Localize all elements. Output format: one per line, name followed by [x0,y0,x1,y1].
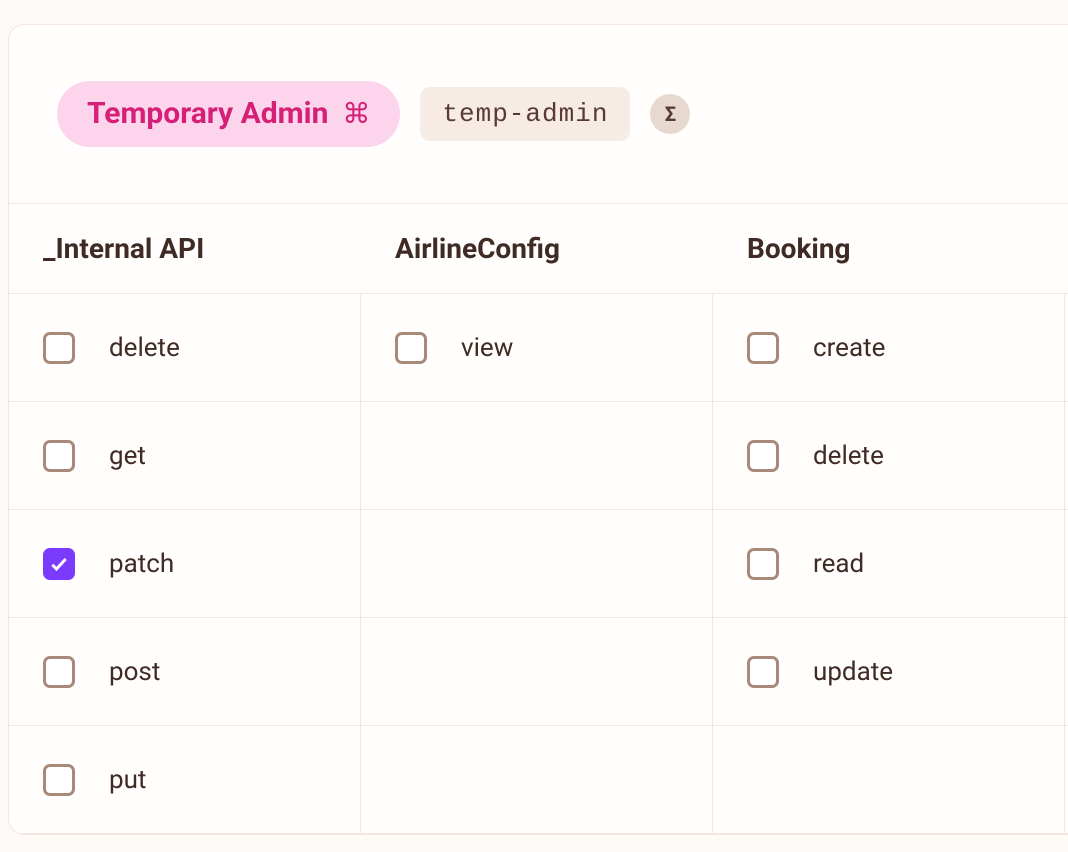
grid-cell [361,726,713,834]
role-slug: temp-admin [442,99,608,129]
sigma-badge[interactable]: Σ [650,94,690,134]
grid-cell: delete [9,294,361,402]
permission-checkbox[interactable] [43,764,75,796]
grid-cell [361,510,713,618]
column-header: AirlineConfig [361,204,713,293]
permission-checkbox[interactable] [747,332,779,364]
sigma-icon: Σ [665,102,676,126]
permission-checkbox[interactable] [43,440,75,472]
panel-header: Temporary Admin ⌘ temp-admin Σ [9,25,1068,203]
permission-label: patch [109,549,174,579]
role-slug-chip: temp-admin [420,87,630,141]
grid-cell [361,618,713,726]
permissions-panel: Temporary Admin ⌘ temp-admin Σ _Internal… [8,24,1068,835]
permission-checkbox[interactable] [747,440,779,472]
grid-cell: patch [9,510,361,618]
grid-cell: post [9,618,361,726]
role-name: Temporary Admin [87,99,328,129]
permission-label: get [109,441,146,471]
permission-label: delete [813,441,884,471]
permission-label: view [461,333,513,363]
grid-cell [361,402,713,510]
permission-checkbox[interactable] [43,656,75,688]
grid-cell: put [9,726,361,834]
permission-label: update [813,657,893,687]
grid-cell: get [9,402,361,510]
grid-header-row: _Internal API AirlineConfig Booking [9,204,1068,293]
permission-label: create [813,333,885,363]
column-header: _Internal API [9,204,361,293]
permission-label: delete [109,333,180,363]
grid-row: delete view create [9,294,1068,402]
permissions-grid: _Internal API AirlineConfig Booking dele… [9,203,1068,834]
column-header: Booking [713,204,1065,293]
grid-body: delete view create get delete patch read post up… [9,293,1068,834]
grid-row: put [9,726,1068,834]
grid-row: patch read [9,510,1068,618]
check-icon [49,554,69,574]
permission-checkbox[interactable] [747,548,779,580]
permission-checkbox[interactable] [43,332,75,364]
grid-cell: view [361,294,713,402]
permission-checkbox[interactable] [43,548,75,580]
grid-row: post update [9,618,1068,726]
permission-checkbox[interactable] [747,656,779,688]
permission-label: put [109,765,146,795]
permission-label: post [109,657,160,687]
permission-checkbox[interactable] [395,332,427,364]
command-icon: ⌘ [342,100,370,128]
grid-cell: create [713,294,1065,402]
grid-cell [713,726,1065,834]
grid-cell: update [713,618,1065,726]
permission-label: read [813,549,864,579]
grid-cell: read [713,510,1065,618]
grid-cell: delete [713,402,1065,510]
role-pill[interactable]: Temporary Admin ⌘ [57,81,400,147]
grid-row: get delete [9,402,1068,510]
